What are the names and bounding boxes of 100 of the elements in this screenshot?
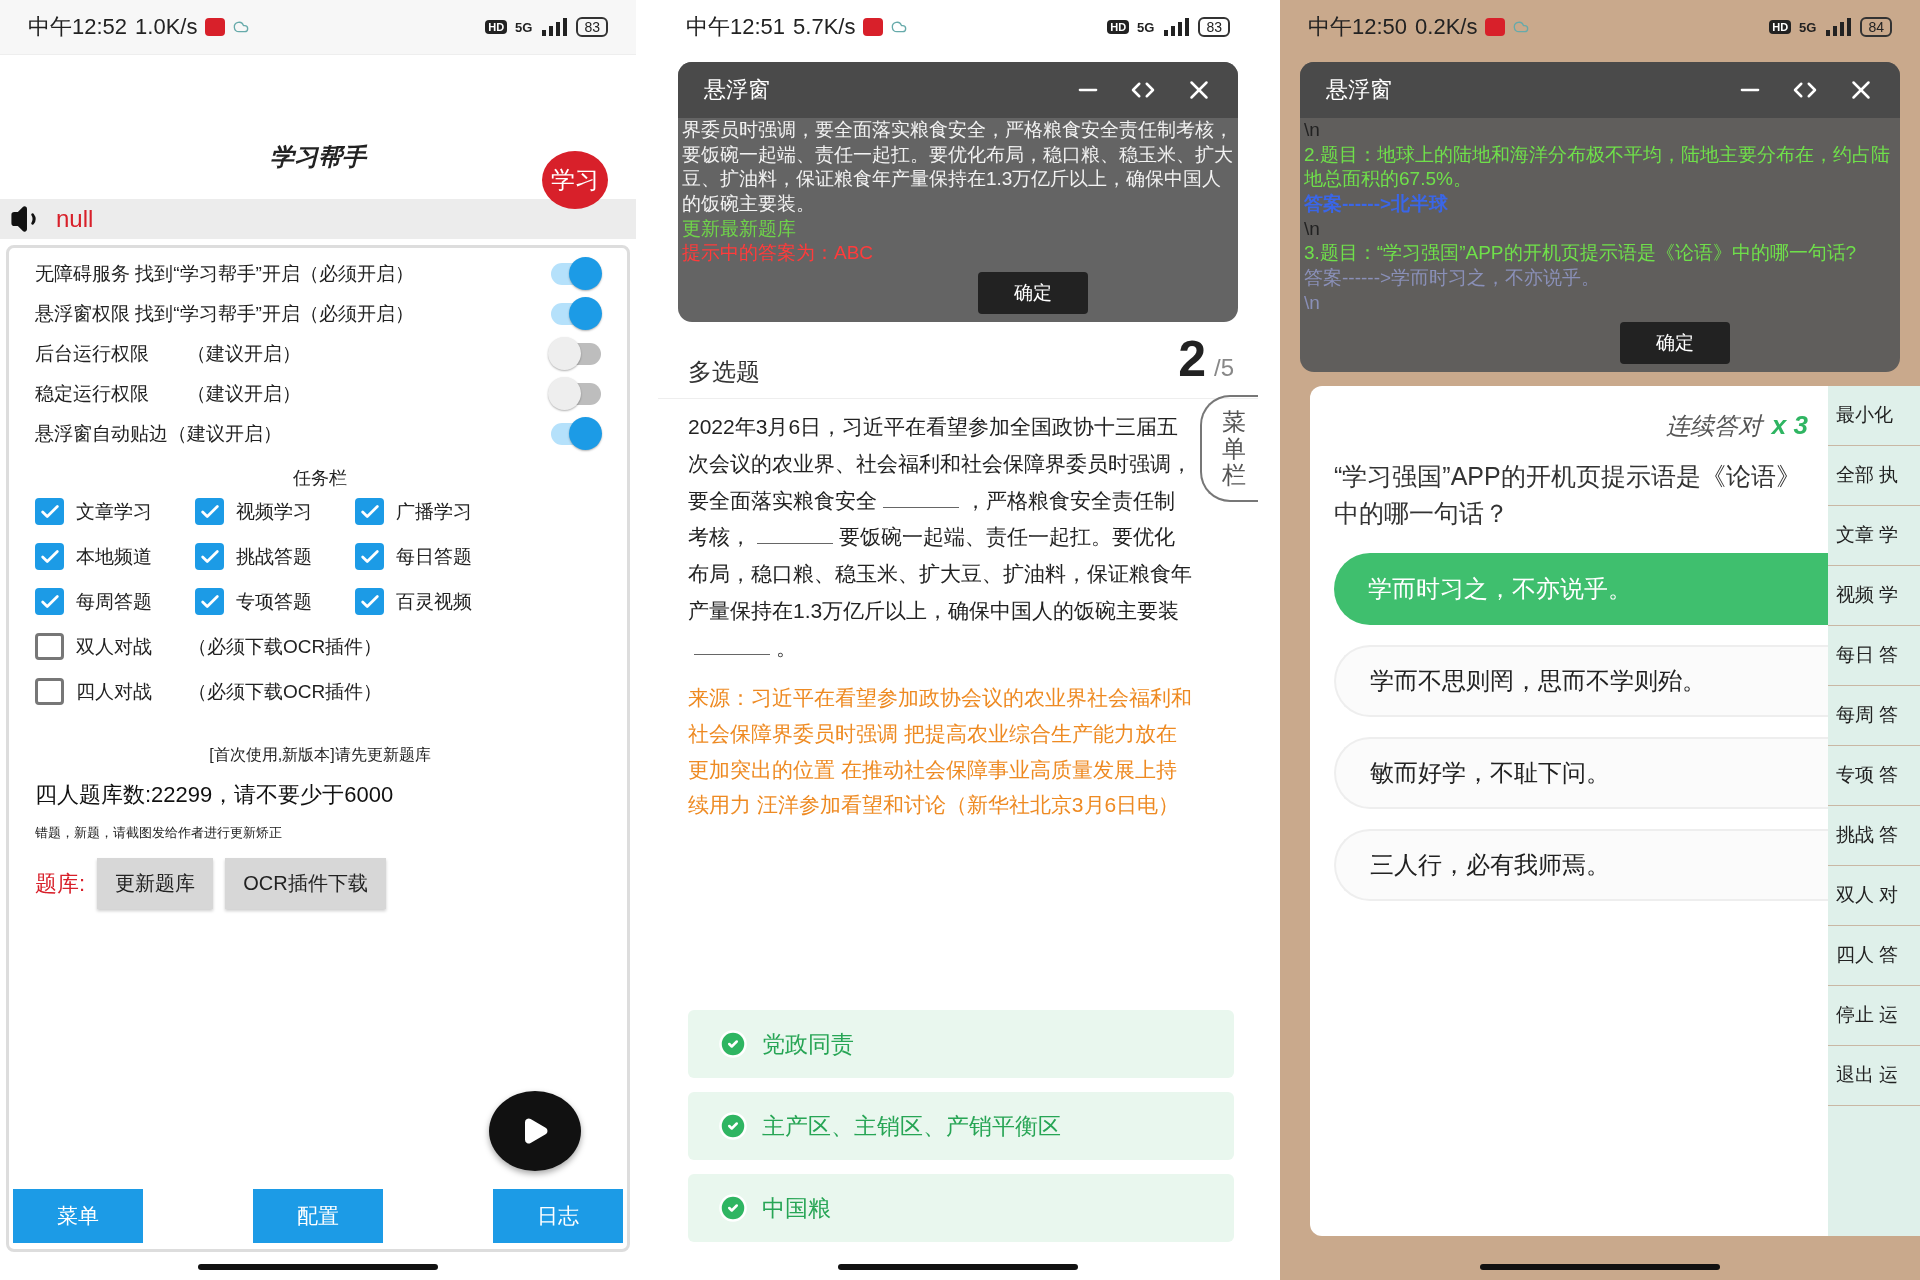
status-time: 中午12:52 <box>28 13 128 41</box>
checkbox[interactable] <box>35 588 64 615</box>
window-text: 3.题目：“学习强国”APP的开机页提示语是《论语》中的哪一句话? <box>1303 241 1858 266</box>
app-badge-icon <box>863 18 884 36</box>
network-type: 5G <box>515 19 533 35</box>
checkbox[interactable] <box>195 498 224 525</box>
task-label: 广播学习 <box>396 499 472 524</box>
signal-icon <box>540 18 569 36</box>
menu-tab[interactable]: 菜单栏 <box>1200 395 1258 503</box>
cloud-icon <box>891 19 908 35</box>
side-menu-item[interactable]: 退出 运 <box>1828 1045 1920 1106</box>
task-label: 双人对战 <box>76 634 152 659</box>
cloud-icon <box>233 19 250 35</box>
app-badge-icon <box>1485 18 1506 36</box>
app-title: 学习帮手 <box>270 142 366 172</box>
hd-indicator: HD <box>1107 20 1130 34</box>
side-menu-item[interactable]: 每日 答 <box>1828 625 1920 686</box>
checkbox[interactable] <box>355 588 384 615</box>
question-number: 2 <box>1178 331 1206 388</box>
bank-label: 题库: <box>35 869 86 898</box>
side-menu-item[interactable]: 最小化 <box>1828 385 1920 446</box>
window-text: \n <box>1303 216 1321 241</box>
answer-option[interactable]: 三人行，必有我师焉。 <box>1334 828 1828 901</box>
feedback-note: 错题，新题，请截图发给作者进行更新矫正 <box>35 824 283 842</box>
task-label: 视频学习 <box>236 499 312 524</box>
hd-indicator: HD <box>1769 20 1792 34</box>
hd-indicator: HD <box>485 20 508 34</box>
sound-status-text: null <box>56 205 94 233</box>
play-button[interactable] <box>489 1091 581 1171</box>
battery-indicator: 83 <box>1198 17 1230 37</box>
confirm-button[interactable]: 确定 <box>978 272 1088 315</box>
side-menu-item[interactable]: 视频 学 <box>1828 565 1920 626</box>
network-speed: 5.7K/s <box>793 14 856 40</box>
window-text: 更新最新题库 <box>681 216 797 241</box>
window-text: \n <box>1303 118 1321 142</box>
window-text: 提示中的答案为：ABC <box>681 241 875 266</box>
network-speed: 0.2K/s <box>1415 14 1478 40</box>
window-text: 2.题目：地球上的陆地和海洋分布极不平均，陆地主要分布在，约占陆地总面积的67.5%。 <box>1303 142 1891 192</box>
task-label: 本地频道 <box>76 544 152 569</box>
answer-option[interactable]: 学而不思则罔，思而不学则殆。 <box>1334 644 1828 717</box>
task-label: 文章学习 <box>76 499 152 524</box>
checkbox[interactable] <box>355 498 384 525</box>
network-type: 5G <box>1799 19 1817 35</box>
side-menu-item[interactable]: 全部 执 <box>1828 445 1920 506</box>
section-title: 任务栏 <box>293 467 347 490</box>
task-note: （必须下载OCR插件） <box>188 634 383 659</box>
side-menu-item[interactable]: 专项 答 <box>1828 745 1920 806</box>
network-speed: 1.0K/s <box>135 14 198 40</box>
bank-button[interactable]: OCR插件下载 <box>225 858 386 909</box>
window-text: 界委员时强调，要全面落实粮食安全，严格粮食安全责任制考核，要饭碗一起端、责任一起扛。要优化布局，稳口粮、稳玉米、扩大豆、扩油料，保证粮食年产量保持在1.3万亿斤以上，确保中国人的饭碗主要装。 <box>681 118 1234 217</box>
window-title: 悬浮窗 <box>704 76 771 104</box>
question-total: /5 <box>1214 354 1234 382</box>
permission-label: 后台运行权限 （建议开启） <box>35 342 301 366</box>
checkbox[interactable] <box>35 633 64 660</box>
side-menu-item[interactable]: 文章 学 <box>1828 505 1920 566</box>
task-label: 四人对战 <box>76 679 152 704</box>
checkbox[interactable] <box>35 498 64 525</box>
confirm-button[interactable]: 确定 <box>1620 321 1730 364</box>
checkbox[interactable] <box>35 543 64 570</box>
update-notice: [首次使用,新版本]请先更新题库 <box>209 745 431 765</box>
task-label: 每周答题 <box>76 589 152 614</box>
battery-indicator: 84 <box>1860 17 1892 37</box>
answer-option[interactable]: 敏而好学，不耻下问。 <box>1334 736 1828 809</box>
question-text: 2022年3月6日，习近平在看望参加全国政协十三届五次会议的农业界、社会福利和社会保障界委员时强调，要全面落实粮食安全 ，严格粮食安全责任制考核， 要饭碗一起端、责任一起扛。要优化布局，稳口粮、稳玉米、扩大豆、扩油料，保证粮食年产量保持在1.3万亿斤以上，确保中国人的饭碗主要装 。 <box>688 414 1193 661</box>
bank-count: 四人题库数:22299，请不要少于6000 <box>35 781 395 809</box>
window-text: \n <box>1303 290 1321 315</box>
signal-icon <box>1824 18 1853 36</box>
window-title: 悬浮窗 <box>1326 76 1393 104</box>
task-note: （必须下载OCR插件） <box>188 679 383 704</box>
checkbox[interactable] <box>35 678 64 705</box>
network-type: 5G <box>1137 19 1155 35</box>
side-menu-item[interactable]: 四人 答 <box>1828 925 1920 986</box>
task-label: 每日答题 <box>396 544 472 569</box>
checkbox[interactable] <box>195 588 224 615</box>
status-time: 中午12:51 <box>686 13 786 41</box>
permission-label: 稳定运行权限 （建议开启） <box>35 382 301 406</box>
cloud-icon <box>1513 19 1530 35</box>
window-text: 答案------>学而时习之，不亦说乎。 <box>1303 266 1602 291</box>
side-menu-item[interactable]: 双人 对 <box>1828 865 1920 926</box>
checkbox[interactable] <box>355 543 384 570</box>
question-type: 多选题 <box>688 357 760 388</box>
streak-count: x 3 <box>1771 409 1808 442</box>
window-text: 答案------>北半球 <box>1303 192 1450 217</box>
permission-label: 悬浮窗自动贴边（建议开启） <box>35 422 282 446</box>
side-menu-item[interactable]: 停止 运 <box>1828 985 1920 1046</box>
signal-icon <box>1162 18 1191 36</box>
side-menu-item[interactable]: 每周 答 <box>1828 685 1920 746</box>
battery-indicator: 83 <box>576 17 608 37</box>
app-logo: 学习 <box>542 151 608 209</box>
question-text: “学习强国”APP的开机页提示语是《论语》中的哪一句话？ <box>1334 460 1802 529</box>
task-label: 百灵视频 <box>396 589 472 614</box>
bank-button[interactable]: 更新题库 <box>97 858 214 909</box>
task-label: 专项答题 <box>236 589 312 614</box>
permission-label: 悬浮窗权限 找到“学习帮手”开启（必须开启） <box>35 302 414 326</box>
checkbox[interactable] <box>195 543 224 570</box>
task-label: 挑战答题 <box>236 544 312 569</box>
app-badge-icon <box>205 18 226 36</box>
side-menu-item[interactable]: 挑战 答 <box>1828 805 1920 866</box>
status-time: 中午12:50 <box>1308 13 1408 41</box>
source-text: 来源：习近平在看望参加政协会议的农业界社会福利和社会保障界委员时强调 把提高农业综合生产能力放在更加突出的位置 在推动社会保障事业高质量发展上持续用力 汪洋参加看望和讨论（新华社北京3月6日电） <box>688 685 1193 819</box>
